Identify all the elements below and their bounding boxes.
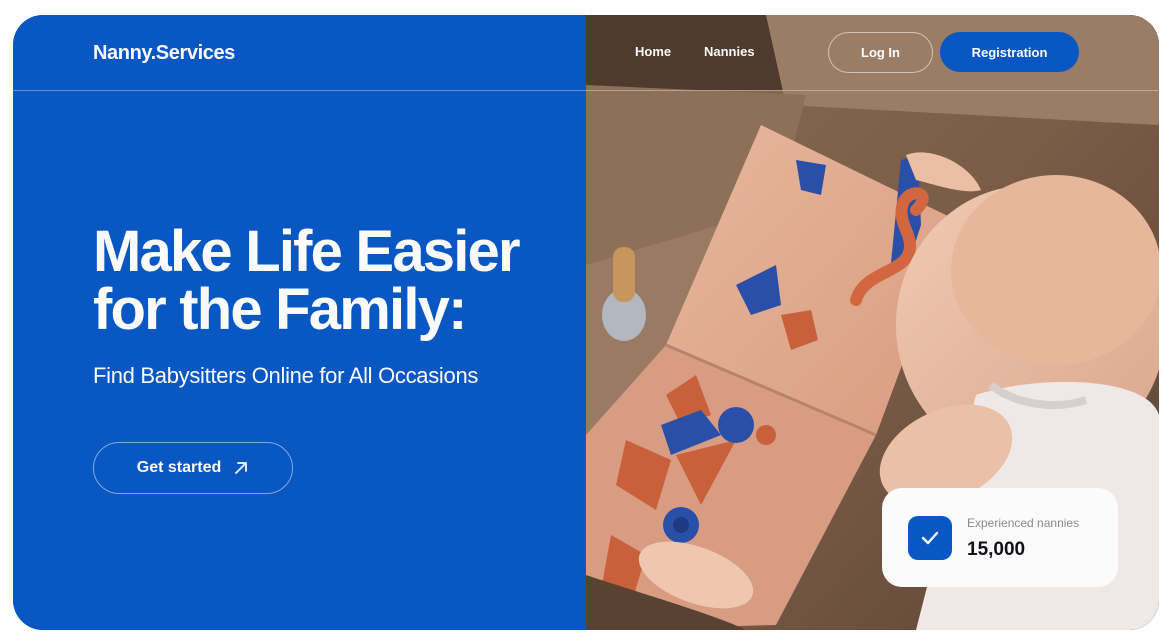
login-button[interactable]: Log In: [828, 32, 933, 73]
arrow-up-right-icon: [233, 460, 249, 476]
hero-subheadline: Find Babysitters Online for All Occasion…: [93, 363, 479, 388]
site-logo[interactable]: Nanny.Services: [93, 42, 235, 65]
registration-button-label: Registration: [971, 44, 1048, 60]
registration-button[interactable]: Registration: [940, 32, 1079, 72]
hero-headline-line-2: for the Family:: [93, 277, 467, 342]
hero-headline-line-1: Make Life Easier: [93, 219, 521, 284]
stat-label: Experienced nannies: [967, 516, 1080, 530]
get-started-button[interactable]: Get started: [93, 442, 293, 494]
hero-section: Nanny.Services Home Nannies Log In Regis…: [13, 15, 1159, 630]
header-divider: [13, 90, 1159, 91]
nav-link-nannies[interactable]: Nannies: [704, 44, 755, 59]
login-button-label: Log In: [861, 45, 900, 60]
check-icon: [908, 516, 952, 560]
nav-link-home[interactable]: Home: [635, 44, 671, 59]
get-started-label: Get started: [136, 459, 222, 476]
stat-value: 15,000: [967, 539, 1026, 560]
hero-headline: Make Life Easier for the Family:: [93, 223, 563, 339]
experienced-nannies-card: Experienced nannies 15,000: [882, 488, 1118, 587]
